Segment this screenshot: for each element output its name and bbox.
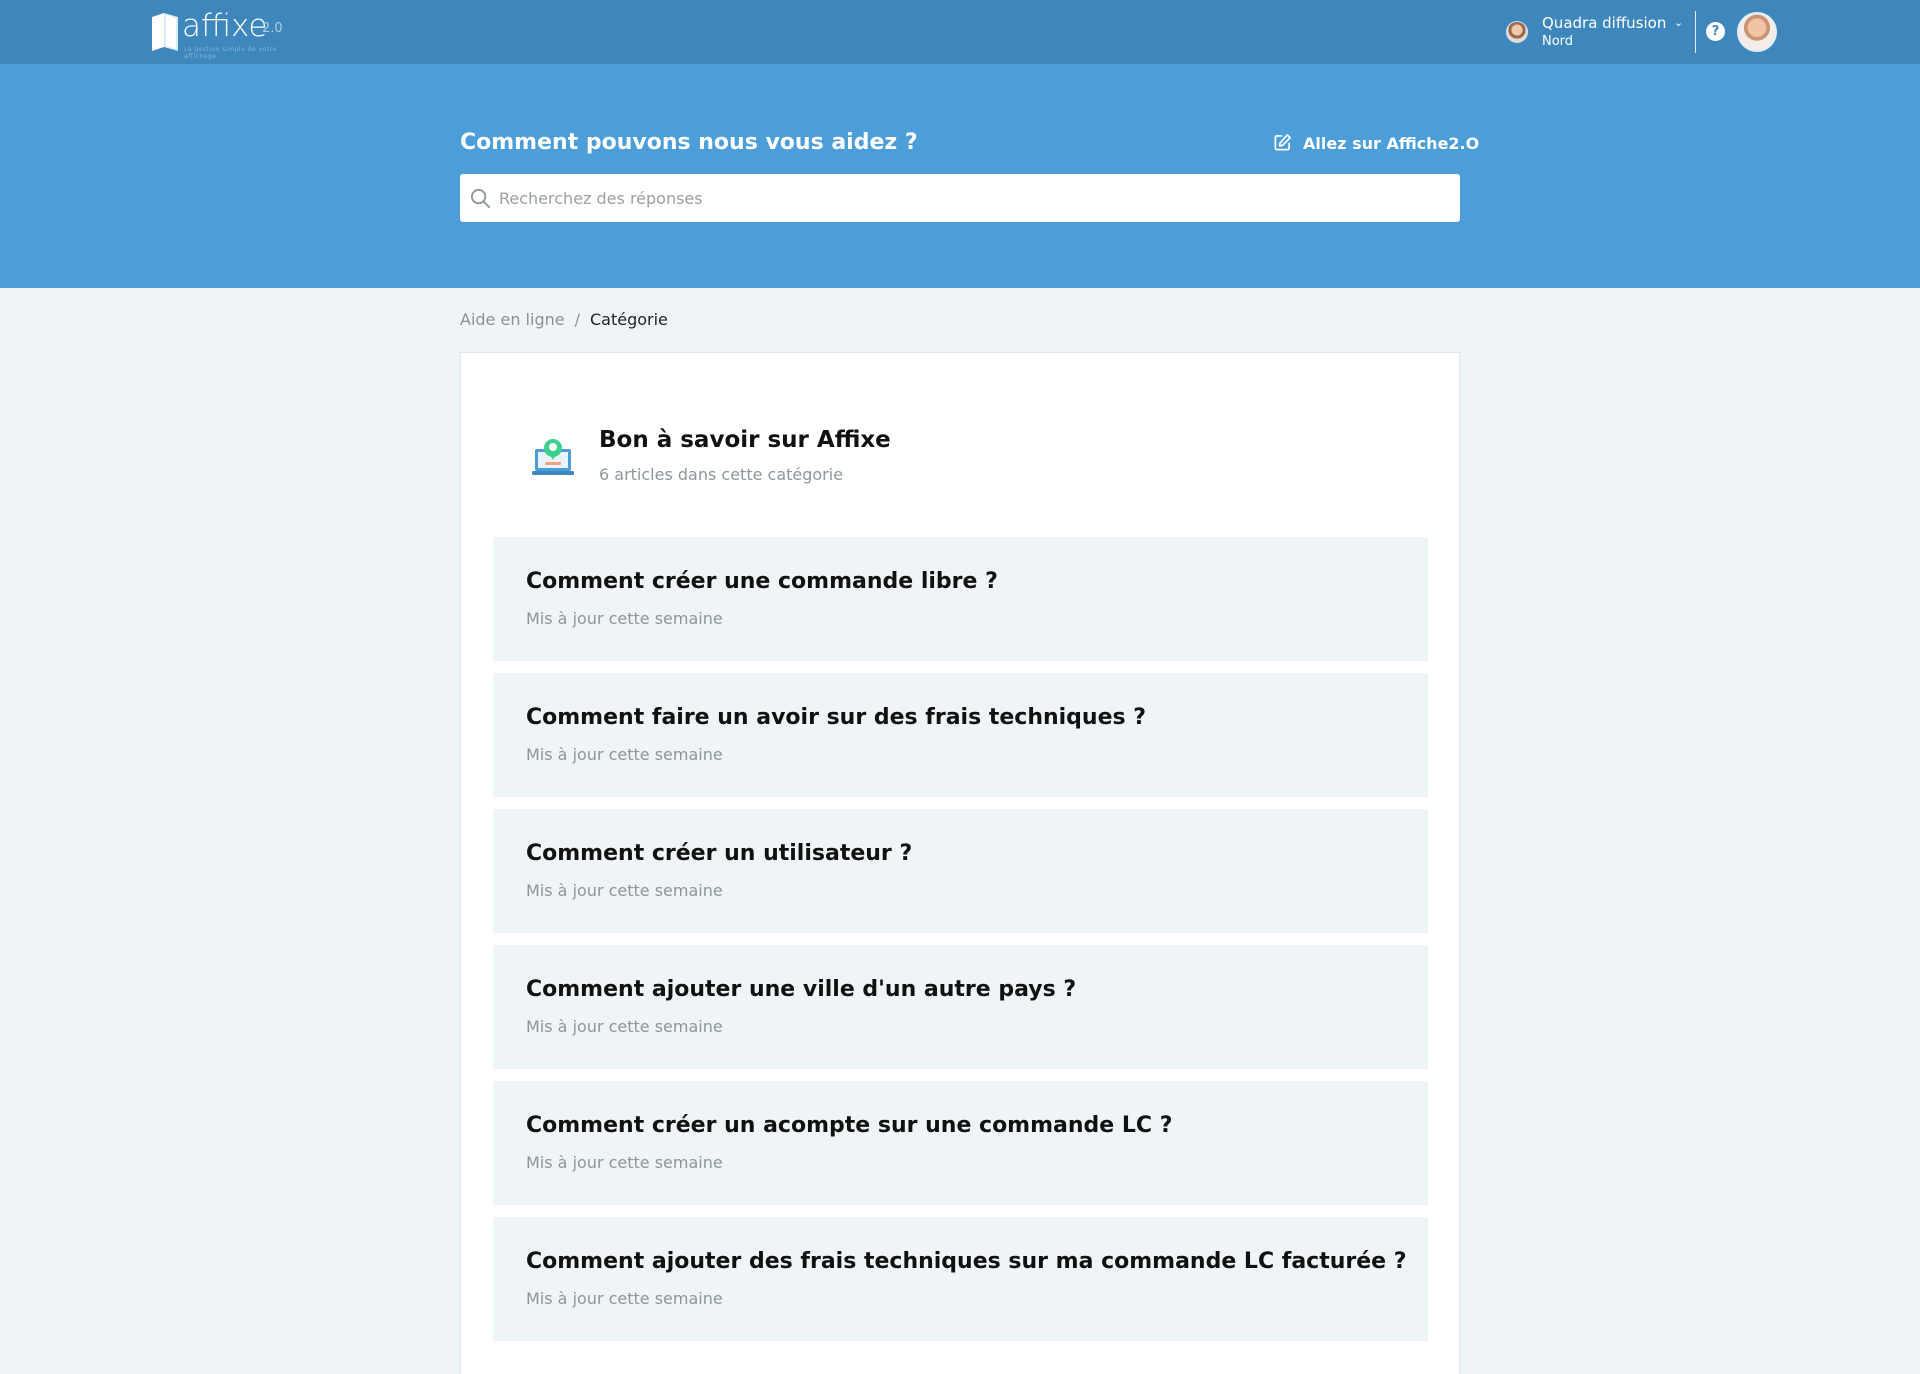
category-card: Bon à savoir sur Affixe 6 articles dans … [460, 352, 1460, 1374]
organization-switcher[interactable]: Quadra diffusion Nord ⌄ [1506, 12, 1686, 52]
article-item[interactable]: Comment faire un avoir sur des frais tec… [493, 673, 1428, 797]
logo-version: 2.0 [262, 21, 283, 36]
article-title: Comment faire un avoir sur des frais tec… [526, 705, 1147, 730]
article-title: Comment ajouter des frais techniques sur… [526, 1249, 1407, 1274]
search-input[interactable] [499, 174, 1449, 222]
article-title: Comment créer un utilisateur ? [526, 841, 913, 866]
logo-tagline: La gestion simple de votre affichage [184, 46, 277, 60]
user-avatar[interactable] [1737, 12, 1777, 52]
search-icon [470, 188, 491, 209]
affixe-logo[interactable]: affixe 2.0 La gestion simple de votre af… [150, 8, 290, 60]
breadcrumb-current: Catégorie [589, 310, 668, 329]
laptop-support-icon [532, 439, 574, 475]
article-list: Comment créer une commande libre ? Mis à… [493, 537, 1428, 1353]
help-icon[interactable]: ? [1706, 22, 1725, 41]
goto-affiche-label: Allez sur Affiche2.O [1303, 134, 1480, 153]
article-item[interactable]: Comment ajouter des frais techniques sur… [493, 1217, 1428, 1341]
article-item[interactable]: Comment ajouter une ville d'un autre pay… [493, 945, 1428, 1069]
organization-region: Nord [1542, 34, 1574, 49]
top-navigation-bar: affixe 2.0 La gestion simple de votre af… [0, 0, 1920, 64]
article-title: Comment créer une commande libre ? [526, 569, 998, 594]
article-updated: Mis à jour cette semaine [526, 881, 723, 900]
article-updated: Mis à jour cette semaine [526, 745, 723, 764]
article-item[interactable]: Comment créer un acompte sur une command… [493, 1081, 1428, 1205]
chevron-down-icon: ⌄ [1674, 16, 1684, 29]
breadcrumb-separator: / [574, 310, 580, 329]
organization-avatar [1506, 21, 1528, 43]
article-title: Comment ajouter une ville d'un autre pay… [526, 977, 1077, 1002]
edit-icon [1274, 134, 1291, 151]
article-item[interactable]: Comment créer un utilisateur ? Mis à jou… [493, 809, 1428, 933]
hero-title: Comment pouvons nous vous aidez ? [460, 130, 918, 155]
search-box[interactable] [460, 174, 1460, 222]
breadcrumb: Aide en ligne / Catégorie [460, 310, 668, 329]
article-updated: Mis à jour cette semaine [526, 609, 723, 628]
organization-name: Quadra diffusion [1542, 14, 1667, 32]
article-item[interactable]: Comment créer une commande libre ? Mis à… [493, 537, 1428, 661]
category-title: Bon à savoir sur Affixe [599, 427, 891, 453]
logo-wordmark: affixe [182, 8, 268, 44]
article-title: Comment créer un acompte sur une command… [526, 1113, 1173, 1138]
article-updated: Mis à jour cette semaine [526, 1017, 723, 1036]
help-hero-banner: Comment pouvons nous vous aidez ? Allez … [0, 64, 1920, 288]
article-updated: Mis à jour cette semaine [526, 1289, 723, 1308]
header-divider [1695, 11, 1696, 53]
breadcrumb-link-help[interactable]: Aide en ligne [460, 310, 565, 329]
article-updated: Mis à jour cette semaine [526, 1153, 723, 1172]
category-article-count: 6 articles dans cette catégorie [599, 465, 844, 484]
book-logo-icon [152, 13, 178, 51]
